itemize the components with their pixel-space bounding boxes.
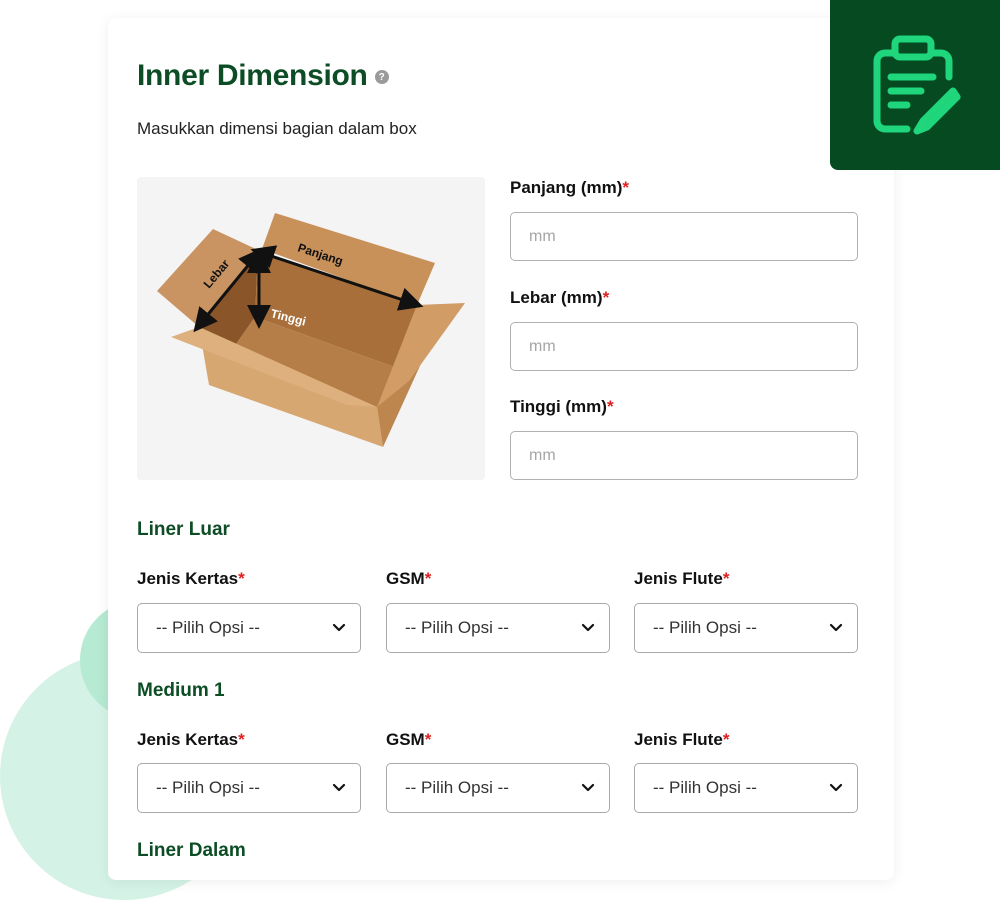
select-value: -- Pilih Opsi -- (156, 778, 260, 797)
page-title: Inner Dimension ? (137, 56, 389, 96)
select-value: -- Pilih Opsi -- (156, 618, 260, 637)
required-marker: * (722, 569, 730, 588)
liner-luar-jenis-kertas-select[interactable]: -- Pilih Opsi -- (137, 603, 361, 653)
liner-luar-jenis-kertas-label: Jenis Kertas* (137, 569, 245, 588)
box-illustration-svg: Panjang Lebar Tinggi (157, 213, 465, 447)
required-marker: * (238, 569, 245, 588)
required-marker: * (424, 569, 432, 588)
medium-1-jenis-kertas-label: Jenis Kertas* (137, 730, 245, 749)
page-title-text: Inner Dimension (137, 59, 368, 92)
medium-1-gsm-select[interactable]: -- Pilih Opsi -- (386, 763, 610, 813)
required-marker: * (602, 288, 610, 307)
chevron-down-icon (581, 781, 595, 795)
section-title-medium-1: Medium 1 (137, 680, 225, 701)
tinggi-input[interactable] (510, 431, 858, 480)
required-marker: * (622, 178, 630, 197)
medium-1-jenis-kertas-select[interactable]: -- Pilih Opsi -- (137, 763, 361, 813)
clipboard-badge (830, 0, 1000, 170)
liner-luar-gsm-label: GSM* (386, 569, 432, 588)
select-value: -- Pilih Opsi -- (653, 778, 757, 797)
chevron-down-icon (332, 621, 346, 635)
panjang-input[interactable] (510, 212, 858, 261)
required-marker: * (238, 730, 245, 749)
chevron-down-icon (829, 621, 843, 635)
liner-luar-gsm-select[interactable]: -- Pilih Opsi -- (386, 603, 610, 653)
required-marker: * (424, 730, 432, 749)
question-circle-icon[interactable]: ? (374, 70, 389, 84)
panjang-label: Panjang (mm)* (510, 178, 630, 197)
select-value: -- Pilih Opsi -- (405, 618, 509, 637)
chevron-down-icon (829, 781, 843, 795)
page-subtitle: Masukkan dimensi bagian dalam box (137, 119, 417, 138)
required-marker: * (722, 730, 730, 749)
medium-1-jenis-flute-label: Jenis Flute* (634, 730, 730, 749)
chevron-down-icon (581, 621, 595, 635)
box-dimension-illustration: Panjang Lebar Tinggi (137, 177, 485, 480)
select-value: -- Pilih Opsi -- (653, 618, 757, 637)
section-title-liner-luar: Liner Luar (137, 519, 230, 540)
section-title-liner-dalam: Liner Dalam (137, 840, 246, 861)
lebar-input[interactable] (510, 322, 858, 371)
tinggi-label: Tinggi (mm)* (510, 397, 614, 416)
liner-luar-jenis-flute-select[interactable]: -- Pilih Opsi -- (634, 603, 858, 653)
select-value: -- Pilih Opsi -- (405, 778, 509, 797)
medium-1-jenis-flute-select[interactable]: -- Pilih Opsi -- (634, 763, 858, 813)
chevron-down-icon (332, 781, 346, 795)
clipboard-edit-icon (873, 35, 961, 135)
lebar-label: Lebar (mm)* (510, 288, 610, 307)
liner-luar-jenis-flute-label: Jenis Flute* (634, 569, 730, 588)
medium-1-gsm-label: GSM* (386, 730, 432, 749)
required-marker: * (606, 397, 614, 416)
